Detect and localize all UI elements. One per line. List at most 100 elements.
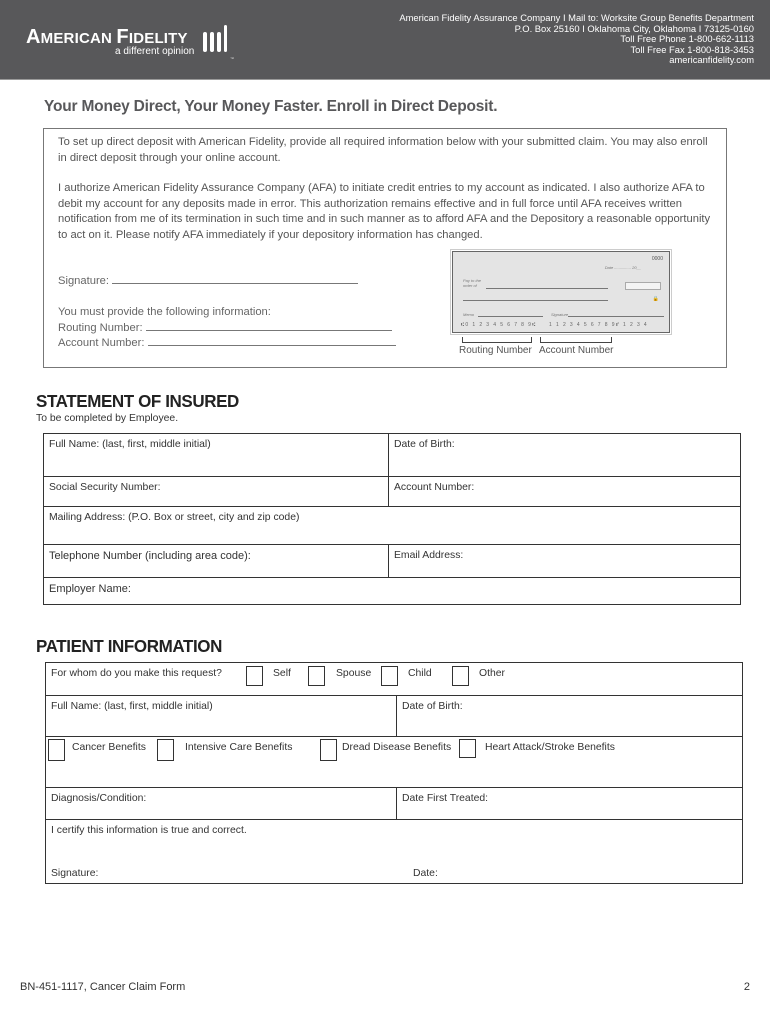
patient-info-table: For whom do you make this request? Self … <box>45 662 743 884</box>
dd-routing-row: Routing Number: <box>58 321 396 337</box>
patient-request-row: For whom do you make this request? Self … <box>46 663 742 696</box>
check-signature-line <box>568 316 664 317</box>
field-label: Telephone Number (including area code): <box>49 550 251 562</box>
page-header: AMERICAN FIDELITY a different opinion ™ … <box>0 0 770 80</box>
insured-row: Telephone Number (including area code): … <box>44 545 740 578</box>
patient-signature-date-field[interactable]: Date: <box>413 868 438 879</box>
patient-name-row: Full Name: (last, first, middle initial)… <box>46 696 742 737</box>
patient-information-title: PATIENT INFORMATION <box>36 636 222 657</box>
form-identifier: BN-451-1117, Cancer Claim Form <box>20 981 186 993</box>
insured-row: Social Security Number: Account Number: <box>44 477 740 507</box>
diagnosis-field[interactable]: Diagnosis/Condition: <box>46 788 396 819</box>
statement-of-insured-subtitle: To be completed by Employee. <box>36 413 179 424</box>
patient-signature-field[interactable]: Signature: <box>51 868 98 879</box>
dd-must-provide: You must provide the following informati… <box>58 306 271 318</box>
spouse-label: Spouse <box>336 668 372 679</box>
date-first-treated-field[interactable]: Date First Treated: <box>396 788 742 819</box>
check-pay-to: Pay to the order of <box>463 278 481 288</box>
check-signature-label: Signature <box>551 312 569 317</box>
check-amount-words-line <box>463 300 608 301</box>
cancer-benefits-checkbox[interactable] <box>48 739 65 761</box>
other-checkbox[interactable] <box>452 666 469 686</box>
check-date: Date ............... 20__ <box>604 265 641 270</box>
contact-line: American Fidelity Assurance Company I Ma… <box>399 12 754 23</box>
field-label: Social Security Number: <box>49 482 161 493</box>
cancer-benefits-label: Cancer Benefits <box>72 742 146 753</box>
check-order-of-label: order of <box>463 283 477 288</box>
lock-icon: 🔒 <box>652 296 659 302</box>
dd-signature-row: Signature: <box>58 274 359 287</box>
check-amount-box <box>625 282 661 290</box>
request-question-label: For whom do you make this request? <box>51 668 222 679</box>
logo-text: IDELITY <box>128 30 188 47</box>
website-link[interactable]: americanfidelity.com <box>399 54 754 66</box>
dd-account-label: Account Number: <box>58 337 145 350</box>
insured-dob-field[interactable]: Date of Birth: <box>388 434 740 476</box>
logo-letter: F <box>116 26 129 48</box>
diagnosis-row: Diagnosis/Condition: Date First Treated: <box>46 788 742 820</box>
self-checkbox[interactable] <box>246 666 263 686</box>
insured-employer-field[interactable]: Employer Name: <box>44 578 740 605</box>
field-label: Mailing Address: (P.O. Box or street, ci… <box>49 512 300 523</box>
insured-full-name-field[interactable]: Full Name: (last, first, middle initial) <box>44 434 388 476</box>
certify-statement: I certify this information is true and c… <box>51 825 247 836</box>
dd-signature-field[interactable] <box>112 274 359 284</box>
field-label: Full Name: (last, first, middle initial) <box>51 701 213 712</box>
field-label: Date of Birth: <box>394 439 455 450</box>
check-micr-account: 1 1 2 3 4 5 6 7 8 9⑈ <box>549 322 621 328</box>
spouse-checkbox[interactable] <box>308 666 325 686</box>
direct-deposit-title: Your Money Direct, Your Money Faster. En… <box>44 98 498 115</box>
dread-disease-label: Dread Disease Benefits <box>342 742 452 753</box>
other-label: Other <box>479 668 505 679</box>
logo-text: MERICAN <box>40 30 117 47</box>
dread-disease-checkbox[interactable] <box>320 739 337 761</box>
field-label: Account Number: <box>394 482 475 493</box>
routing-number-caption: Routing Number <box>459 345 532 356</box>
field-label: Diagnosis/Condition: <box>51 793 147 804</box>
direct-deposit-intro: To set up direct deposit with American F… <box>58 136 708 164</box>
patient-dob-field[interactable]: Date of Birth: <box>396 696 742 736</box>
insured-row: Employer Name: <box>44 578 740 605</box>
direct-deposit-authorization: I authorize American Fidelity Assurance … <box>58 182 711 241</box>
insured-mailing-address-field[interactable]: Mailing Address: (P.O. Box or street, ci… <box>44 507 740 544</box>
intensive-care-checkbox[interactable] <box>157 739 174 761</box>
field-label: Full Name: (last, first, middle initial) <box>49 439 211 450</box>
page-number: 2 <box>743 981 750 993</box>
trademark-symbol: ™ <box>230 56 234 61</box>
field-label: Email Address: <box>394 550 464 561</box>
intensive-care-label: Intensive Care Benefits <box>185 742 293 753</box>
check-memo-line <box>478 316 543 317</box>
heart-attack-stroke-checkbox[interactable] <box>459 739 476 758</box>
child-checkbox[interactable] <box>381 666 398 686</box>
check-memo-label: Memo <box>463 312 475 317</box>
dd-account-field[interactable] <box>147 336 396 347</box>
logo-letter: A <box>26 26 41 48</box>
dd-required-info: You must provide the following informati… <box>58 305 396 352</box>
field-label: Date of Birth: <box>402 701 463 712</box>
direct-deposit-box: To set up direct deposit with American F… <box>43 128 727 368</box>
field-label: Date First Treated: <box>402 793 489 804</box>
contact-info: American Fidelity Assurance Company I Ma… <box>399 12 754 66</box>
field-label: Employer Name: <box>49 583 131 595</box>
contact-line: Toll Free Phone 1-800-662-1113 <box>620 33 754 44</box>
insured-telephone-field[interactable]: Telephone Number (including area code): <box>44 545 388 577</box>
dd-routing-label: Routing Number: <box>58 321 143 334</box>
check-micr-routing: ⑆0 1 2 3 4 5 6 7 8 9⑆ <box>461 322 537 328</box>
sample-check-image: 0000 Date ............... 20__ Pay to th… <box>450 249 672 335</box>
patient-full-name-field[interactable]: Full Name: (last, first, middle initial) <box>46 696 396 736</box>
check-payee-line <box>486 288 608 289</box>
dd-signature-label: Signature: <box>58 275 109 287</box>
self-label: Self <box>273 668 291 679</box>
certification-row: I certify this information is true and c… <box>46 820 742 884</box>
heart-attack-stroke-label: Heart Attack/Stroke Benefits <box>485 742 615 753</box>
dd-routing-field[interactable] <box>145 321 392 331</box>
benefits-row: Cancer Benefits Intensive Care Benefits … <box>46 737 742 788</box>
insured-account-number-field[interactable]: Account Number: <box>388 477 740 506</box>
check-number: 0000 <box>651 256 663 262</box>
insured-ssn-field[interactable]: Social Security Number: <box>44 477 388 506</box>
routing-bracket <box>462 337 532 343</box>
child-label: Child <box>408 668 432 679</box>
insured-email-field[interactable]: Email Address: <box>388 545 740 577</box>
insured-row: Full Name: (last, first, middle initial)… <box>44 434 740 477</box>
insured-info-table: Full Name: (last, first, middle initial)… <box>43 433 741 605</box>
